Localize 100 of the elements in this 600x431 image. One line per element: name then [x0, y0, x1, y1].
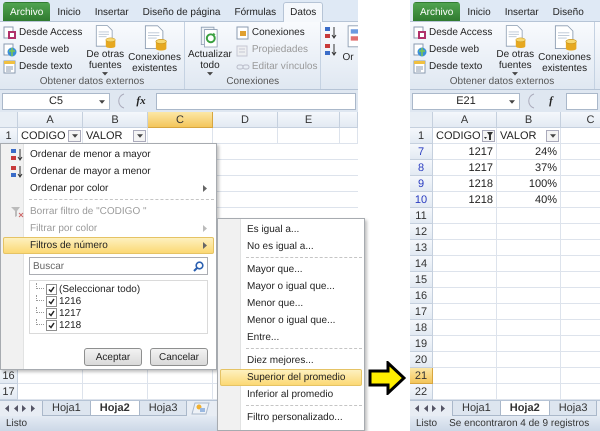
column-header[interactable]: A [433, 112, 497, 128]
menu-item[interactable]: Filtros de número [3, 237, 214, 254]
row-header[interactable]: 9 [410, 176, 433, 192]
row-header[interactable]: 1 [410, 128, 433, 144]
ribbon-button[interactable]: Or [341, 24, 358, 76]
menu-item[interactable]: Superior del promedio [220, 369, 362, 386]
row-header[interactable]: 15 [410, 272, 433, 288]
menu-item[interactable]: Menor o igual que... [220, 312, 362, 329]
column-header[interactable]: B [83, 112, 148, 128]
row-header[interactable]: 1 [0, 128, 18, 144]
menu-item[interactable]: Ordenar por color [3, 180, 214, 197]
menu-item[interactable]: No es igual a... [220, 238, 362, 255]
column-header[interactable]: C [148, 112, 213, 128]
ribbon-button[interactable]: Conexiones existentes [127, 24, 182, 76]
sheet-tab[interactable]: Hoja3 [548, 401, 598, 416]
row-header[interactable]: 14 [410, 256, 433, 272]
filter-button[interactable] [546, 130, 559, 142]
ribbon-button[interactable]: Desde texto [2, 58, 84, 75]
table-cell [497, 288, 561, 304]
group-label: Obtener datos externos [38, 76, 146, 89]
menu-item[interactable]: Menor que... [220, 295, 362, 312]
value-label[interactable]: 1216 [59, 296, 82, 306]
row-header[interactable]: 19 [410, 336, 433, 352]
ribbon-button[interactable]: Desde web [412, 41, 494, 58]
ribbon-button[interactable]: Desde Access [412, 24, 494, 41]
sheet-tab[interactable]: Hoja2 [90, 401, 140, 416]
column-header[interactable]: C [561, 112, 600, 128]
checkbox[interactable] [46, 284, 57, 294]
checkbox[interactable] [46, 308, 57, 318]
filter-button[interactable] [133, 130, 146, 142]
checkbox[interactable] [46, 320, 57, 330]
menu-item[interactable]: Diez mejores... [220, 352, 362, 369]
ribbon-tab[interactable]: Inicio [50, 2, 88, 21]
row-header[interactable]: 16 [410, 288, 433, 304]
row-header[interactable]: 8 [410, 160, 433, 176]
ribbon-button[interactable]: Desde Access [2, 24, 84, 41]
column-header[interactable]: B [497, 112, 561, 128]
ribbon-button[interactable]: Conexiones [234, 24, 318, 41]
formula-field[interactable] [566, 92, 598, 110]
ribbon-button[interactable]: De otras fuentes [85, 24, 126, 76]
sheet-tab[interactable]: Hoja2 [500, 401, 550, 416]
menu-item[interactable]: Filtro personalizado... [220, 409, 362, 426]
globe-file-icon [3, 42, 17, 56]
row-header[interactable]: 12 [410, 224, 433, 240]
menu-item[interactable]: Ordenar de mayor a menor [3, 163, 214, 180]
ribbon-tab[interactable]: Fórmulas [227, 2, 284, 21]
menu-item[interactable]: Es igual a... [220, 221, 362, 238]
ribbon-button[interactable] [323, 41, 340, 58]
row-header[interactable]: 22 [410, 384, 433, 400]
row-header[interactable]: 13 [410, 240, 433, 256]
ribbon-button[interactable]: Desde web [2, 41, 84, 58]
function-label[interactable]: f [540, 95, 562, 107]
dialog-button[interactable]: Cancelar [150, 348, 208, 366]
ribbon-button[interactable]: Conexiones existentes [537, 24, 592, 76]
row-header[interactable]: 17 [0, 384, 18, 400]
row-header[interactable]: 10 [410, 192, 433, 208]
menu-item[interactable]: Inferior al promedio [220, 386, 362, 403]
dialog-button[interactable]: Aceptar [84, 348, 142, 366]
ribbon-tab[interactable]: Datos [283, 2, 324, 22]
name-box[interactable]: C5 [2, 92, 110, 110]
sheet-tab[interactable]: Hoja3 [138, 401, 188, 416]
row-header[interactable]: 17 [410, 304, 433, 320]
column-header[interactable]: A [18, 112, 83, 128]
ribbon-button[interactable]: Desde texto [412, 58, 494, 75]
menu-item[interactable]: Mayor que... [220, 261, 362, 278]
column-header[interactable]: E [278, 112, 340, 128]
ribbon-tab[interactable]: Diseño de página [136, 2, 228, 21]
formula-field[interactable] [156, 92, 356, 110]
row-header[interactable]: 20 [410, 352, 433, 368]
ribbon-button[interactable] [323, 24, 340, 41]
filter-button[interactable] [68, 130, 81, 142]
sheet-tab[interactable]: Hoja1 [42, 401, 91, 416]
search-icon[interactable] [193, 261, 204, 272]
ribbon-tab[interactable]: Inicio [460, 2, 498, 21]
menu-item[interactable]: Mayor o igual que... [220, 278, 362, 295]
row-header[interactable]: 11 [410, 208, 433, 224]
ribbon-tab[interactable]: Archivo [413, 2, 460, 21]
value-label[interactable]: 1218 [59, 320, 82, 330]
filter-button[interactable] [482, 130, 495, 142]
name-box[interactable]: E21 [412, 92, 520, 110]
menu-item[interactable]: Ordenar de menor a mayor [3, 146, 214, 163]
row-header[interactable]: 21 [410, 368, 433, 384]
ribbon-button[interactable]: Actualizar todo [186, 24, 233, 76]
ribbon-tab[interactable]: Diseño [546, 2, 591, 21]
sheet-tab[interactable]: Hoja1 [452, 401, 501, 416]
ribbon-tab[interactable]: Insertar [498, 2, 546, 21]
connection-document-icon [236, 26, 250, 40]
ribbon-button[interactable]: De otras fuentes [495, 24, 536, 76]
ribbon-tab[interactable]: Insertar [88, 2, 136, 21]
row-header[interactable]: 7 [410, 144, 433, 160]
search-field[interactable]: Buscar [29, 257, 208, 275]
checkbox[interactable] [46, 296, 57, 306]
row-header[interactable]: 18 [410, 320, 433, 336]
ribbon-tab[interactable]: Archivo [3, 2, 50, 21]
menu-item[interactable]: Entre... [220, 329, 362, 346]
value-label[interactable]: 1217 [59, 308, 82, 318]
function-label[interactable]: fx [130, 95, 152, 107]
text-file-icon [413, 60, 427, 74]
value-label[interactable]: (Seleccionar todo) [59, 284, 140, 294]
column-header[interactable]: D [213, 112, 278, 128]
